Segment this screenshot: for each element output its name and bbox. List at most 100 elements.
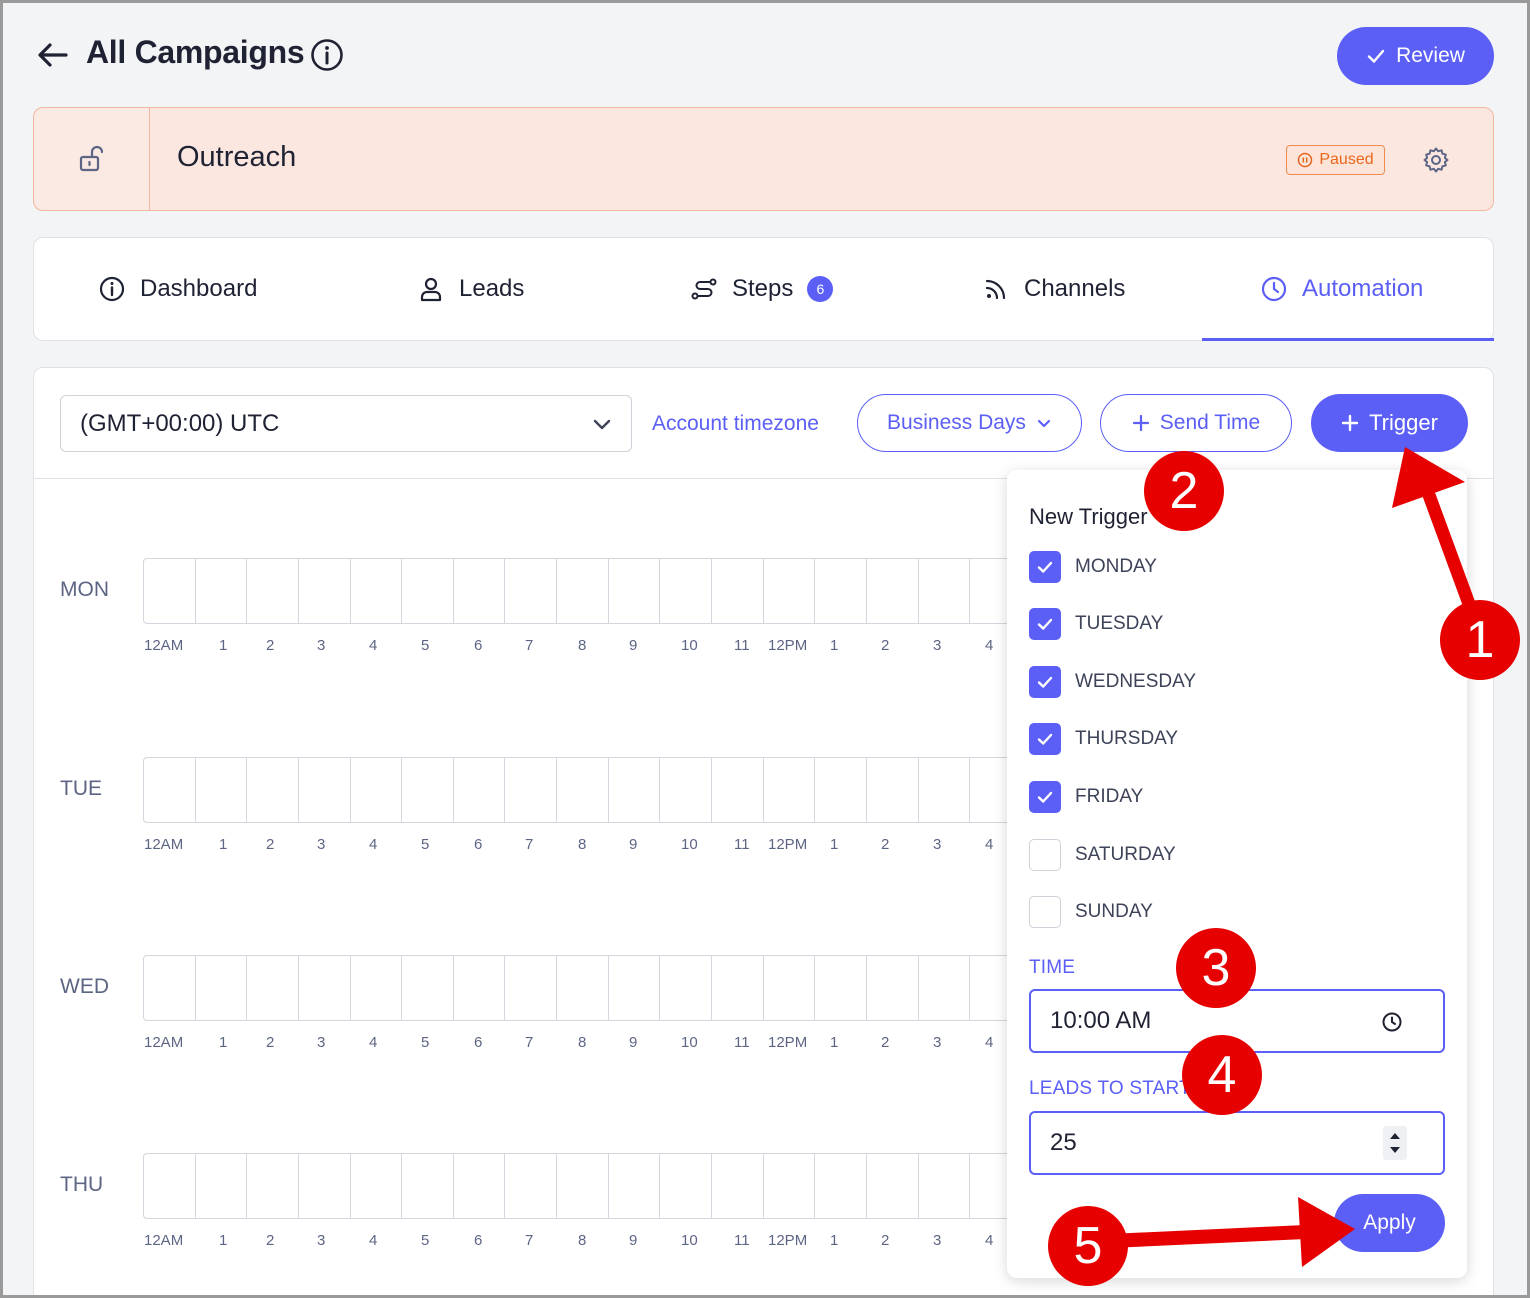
clock-icon[interactable] [1381,1011,1403,1033]
hour-cell[interactable] [505,758,558,822]
hour-cell[interactable] [144,956,196,1020]
checkbox[interactable] [1029,551,1061,583]
hour-cell[interactable] [609,1154,661,1218]
hour-cell[interactable] [351,758,403,822]
timezone-select[interactable]: (GMT+00:00) UTC [60,395,632,452]
checkbox[interactable] [1029,896,1061,928]
day-checkbox-saturday[interactable]: SATURDAY [1029,839,1176,871]
review-button[interactable]: Review [1337,27,1494,85]
hour-cell[interactable] [919,956,971,1020]
hour-cell[interactable] [454,956,506,1020]
checkbox[interactable] [1029,666,1061,698]
hour-cell[interactable] [815,559,867,623]
gear-icon[interactable] [1422,146,1450,174]
business-days-button[interactable]: Business Days [857,394,1082,452]
hour-cell[interactable] [454,559,506,623]
checkbox[interactable] [1029,839,1061,871]
hour-cell[interactable] [299,1154,351,1218]
hour-cell[interactable] [557,559,609,623]
hour-cell[interactable] [919,758,971,822]
day-checkbox-monday[interactable]: MONDAY [1029,551,1157,583]
hour-cell[interactable] [712,1154,764,1218]
info-icon[interactable] [310,38,344,72]
leads-to-start-input[interactable]: 25 [1029,1111,1445,1175]
hour-cell[interactable] [660,1154,713,1218]
hour-grid[interactable] [143,757,1023,823]
hour-cell[interactable] [299,956,351,1020]
hour-cell[interactable] [815,956,867,1020]
hour-cell[interactable] [815,758,867,822]
hour-cell[interactable] [505,956,558,1020]
send-time-button[interactable]: Send Time [1100,394,1292,452]
hour-cell[interactable] [867,559,919,623]
hour-cell[interactable] [402,956,454,1020]
hour-cell[interactable] [919,1154,971,1218]
checkbox[interactable] [1029,608,1061,640]
hour-cell[interactable] [299,559,351,623]
hour-cell[interactable] [144,559,196,623]
hour-cell[interactable] [609,956,661,1020]
hour-cell[interactable] [196,956,248,1020]
hour-grid[interactable] [143,558,1023,624]
hour-cell[interactable] [196,1154,248,1218]
hour-cell[interactable] [247,956,299,1020]
hour-cell[interactable] [351,1154,403,1218]
hour-cell[interactable] [454,1154,506,1218]
day-checkbox-tuesday[interactable]: TUESDAY [1029,608,1163,640]
day-checkbox-wednesday[interactable]: WEDNESDAY [1029,666,1196,698]
hour-cell[interactable] [557,956,609,1020]
back-arrow-icon[interactable] [36,38,70,72]
hour-cell[interactable] [402,758,454,822]
hour-cell[interactable] [196,559,248,623]
hour-cell[interactable] [557,1154,609,1218]
tab-automation[interactable]: Automation [1260,238,1423,340]
day-checkbox-sunday[interactable]: SUNDAY [1029,896,1153,928]
hour-cell[interactable] [144,758,196,822]
hour-cell[interactable] [247,1154,299,1218]
hour-cell[interactable] [764,758,816,822]
tab-dashboard[interactable]: Dashboard [98,238,257,340]
hour-grid[interactable] [143,1153,1023,1219]
hour-grid[interactable] [143,955,1023,1021]
checkbox[interactable] [1029,723,1061,755]
hour-cell[interactable] [712,956,764,1020]
hour-cell[interactable] [867,1154,919,1218]
hour-cell[interactable] [712,559,764,623]
hour-cell[interactable] [505,559,558,623]
trigger-button[interactable]: Trigger [1311,394,1468,452]
checkbox[interactable] [1029,781,1061,813]
account-timezone-link[interactable]: Account timezone [652,412,819,436]
hour-cell[interactable] [919,559,971,623]
hour-cell[interactable] [557,758,609,822]
hour-cell[interactable] [764,956,816,1020]
hour-cell[interactable] [764,1154,816,1218]
day-checkbox-friday[interactable]: FRIDAY [1029,781,1143,813]
hour-cell[interactable] [351,956,403,1020]
tab-leads[interactable]: Leads [417,238,524,340]
hour-cell[interactable] [247,559,299,623]
apply-button[interactable]: Apply [1334,1194,1445,1252]
day-checkbox-thursday[interactable]: THURSDAY [1029,723,1178,755]
hour-cell[interactable] [247,758,299,822]
hour-cell[interactable] [867,758,919,822]
hour-cell[interactable] [454,758,506,822]
stepper-icon[interactable] [1383,1126,1407,1160]
hour-cell[interactable] [867,956,919,1020]
hour-cell[interactable] [660,956,713,1020]
hour-cell[interactable] [764,559,816,623]
hour-cell[interactable] [712,758,764,822]
hour-cell[interactable] [144,1154,196,1218]
hour-cell[interactable] [299,758,351,822]
hour-cell[interactable] [402,1154,454,1218]
hour-cell[interactable] [660,758,713,822]
hour-cell[interactable] [351,559,403,623]
campaign-lock-toggle[interactable] [34,108,150,210]
tab-channels[interactable]: Channels [982,238,1125,340]
hour-cell[interactable] [609,758,661,822]
hour-cell[interactable] [660,559,713,623]
hour-cell[interactable] [505,1154,558,1218]
hour-cell[interactable] [609,559,661,623]
hour-cell[interactable] [815,1154,867,1218]
tab-steps[interactable]: Steps 6 [690,238,834,340]
hour-cell[interactable] [196,758,248,822]
